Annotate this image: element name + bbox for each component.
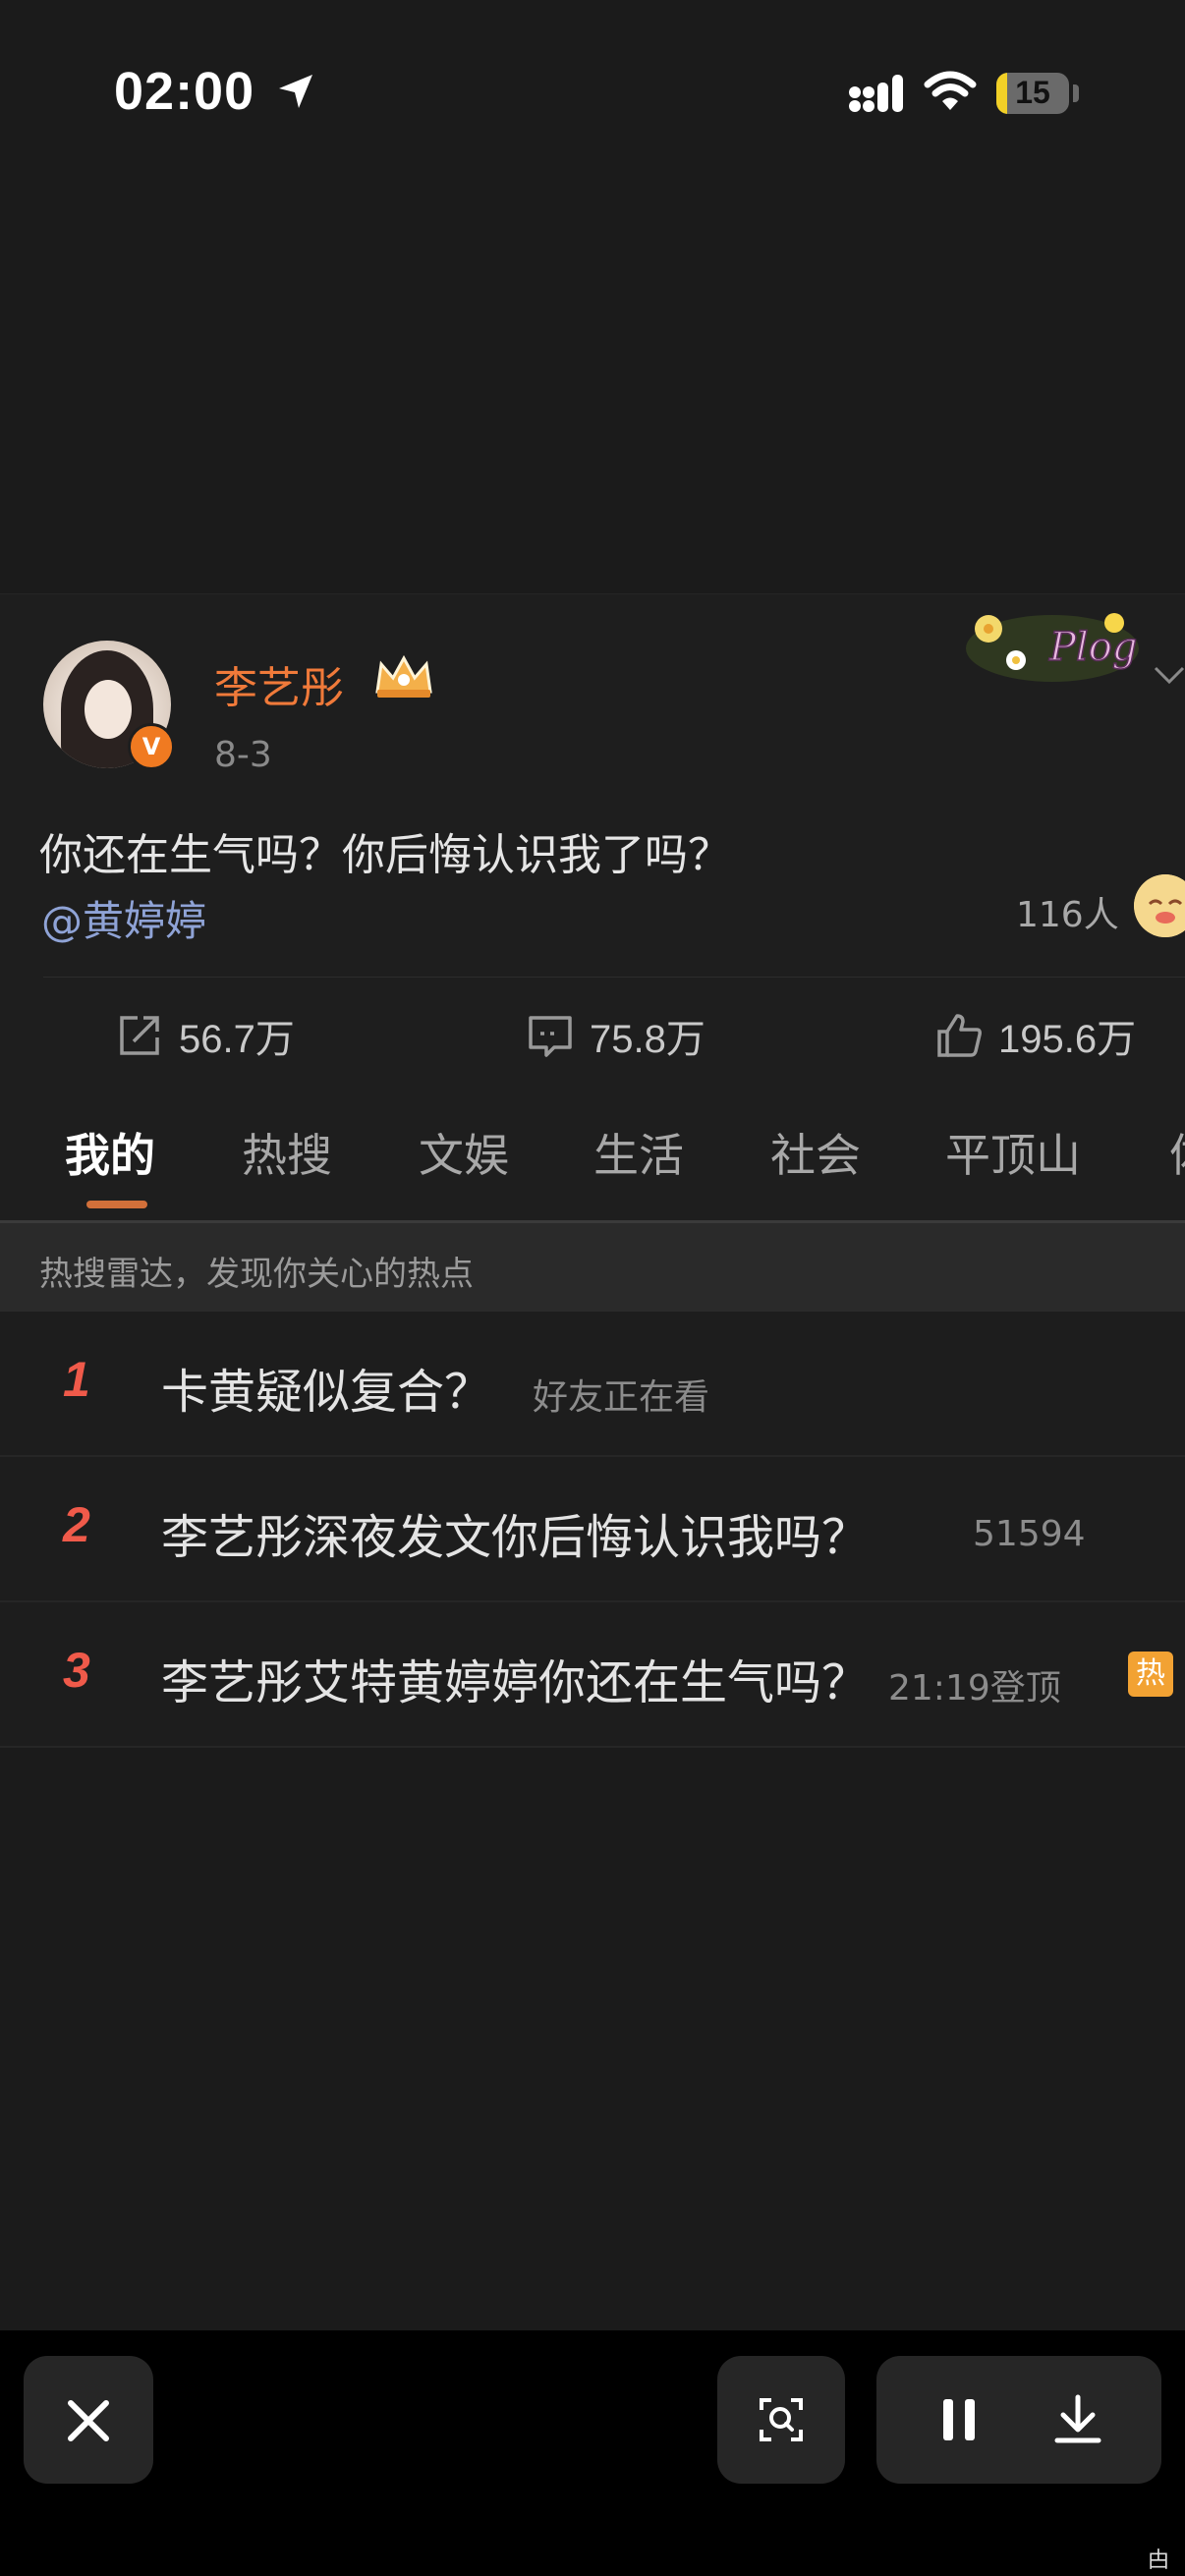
battery-level: 15 bbox=[1015, 75, 1050, 110]
like-count: 195.6万 bbox=[998, 1018, 1137, 1061]
tab-pingdingshan[interactable]: 平顶山 bbox=[945, 1120, 1081, 1185]
playback-controls bbox=[876, 2356, 1161, 2484]
mention-link[interactable]: @黄婷婷 bbox=[41, 888, 206, 948]
crown-icon bbox=[375, 654, 432, 698]
hot-title: 卡黄疑似复合？ bbox=[161, 1365, 492, 1420]
wifi-icon bbox=[924, 71, 977, 110]
category-tabs: 我的 热搜 文娱 生活 社会 平顶山 体 bbox=[0, 1110, 1185, 1218]
tab-hot-search[interactable]: 热搜 bbox=[242, 1120, 332, 1185]
tab-society[interactable]: 社会 bbox=[770, 1120, 861, 1185]
hot-rank: 2 bbox=[63, 1497, 90, 1552]
comment-button[interactable]: 75.8万 bbox=[525, 1008, 705, 1063]
chevron-down-icon[interactable] bbox=[1152, 654, 1185, 694]
signal-icon bbox=[849, 75, 903, 112]
battery-tip bbox=[1073, 84, 1079, 102]
post-author[interactable]: 李艺彤 bbox=[214, 652, 344, 715]
comment-count: 75.8万 bbox=[590, 1018, 705, 1061]
viewer-count: 116人 bbox=[1016, 895, 1119, 935]
hot-title: 李艺彤艾特黄婷婷你还在生气吗？ bbox=[161, 1655, 870, 1710]
list-item[interactable]: 3 李艺彤艾特黄婷婷你还在生气吗？ 21:19登顶 热 bbox=[0, 1602, 1185, 1748]
tab-sports[interactable]: 体 bbox=[1169, 1120, 1185, 1185]
tab-mine[interactable]: 我的 bbox=[65, 1120, 155, 1185]
repost-icon bbox=[120, 1016, 159, 1055]
tab-life[interactable]: 生活 bbox=[593, 1120, 684, 1185]
hot-rank: 1 bbox=[63, 1352, 90, 1407]
like-button[interactable]: 195.6万 bbox=[933, 1008, 1136, 1063]
hot-meta: 51594 bbox=[973, 1514, 1086, 1554]
hot-meta: 21:19登顶 bbox=[888, 1668, 1061, 1708]
list-item[interactable]: 2 李艺彤深夜发文你后悔认识我吗？ 51594 bbox=[0, 1457, 1185, 1602]
hot-search-radar-banner: 热搜雷达，发现你关心的热点 bbox=[0, 1223, 1185, 1312]
stats-divider bbox=[43, 977, 1185, 978]
status-time: 02:00 bbox=[114, 62, 255, 121]
close-icon bbox=[68, 2400, 109, 2441]
pause-icon[interactable] bbox=[933, 2393, 987, 2446]
repost-count: 56.7万 bbox=[179, 1018, 295, 1061]
post-date: 8-3 bbox=[214, 735, 272, 775]
close-button[interactable] bbox=[24, 2356, 153, 2484]
avatar-face bbox=[85, 680, 132, 739]
visual-search-button[interactable] bbox=[717, 2356, 845, 2484]
plog-sticker-text: Plog bbox=[1048, 625, 1137, 670]
tab-entertainment[interactable]: 文娱 bbox=[419, 1120, 509, 1185]
thumbs-up-icon bbox=[937, 1014, 982, 1057]
active-tab-indicator bbox=[86, 1201, 147, 1208]
repost-button[interactable]: 56.7万 bbox=[114, 1008, 295, 1063]
corner-glyph: 甴 bbox=[1148, 2548, 1170, 2573]
comment-icon bbox=[529, 1016, 572, 1057]
plog-sticker-icon: Plog bbox=[966, 613, 1139, 682]
verified-badge: V bbox=[128, 723, 175, 770]
battery-icon: 15 bbox=[996, 73, 1069, 114]
list-item[interactable]: 1 卡黄疑似复合？ 好友正在看 bbox=[0, 1312, 1185, 1457]
hot-badge: 热 bbox=[1128, 1652, 1173, 1697]
download-icon[interactable] bbox=[1049, 2391, 1106, 2448]
location-arrow-icon bbox=[279, 75, 312, 108]
visual-search-icon bbox=[760, 2398, 803, 2441]
radar-text: 热搜雷达，发现你关心的热点 bbox=[39, 1255, 474, 1294]
post-text: 你还在生气吗？你后悔认识我了吗？ bbox=[39, 830, 731, 880]
hot-title: 李艺彤深夜发文你后悔认识我吗？ bbox=[161, 1510, 870, 1565]
hot-meta: 好友正在看 bbox=[533, 1377, 710, 1418]
hot-rank: 3 bbox=[63, 1643, 90, 1698]
